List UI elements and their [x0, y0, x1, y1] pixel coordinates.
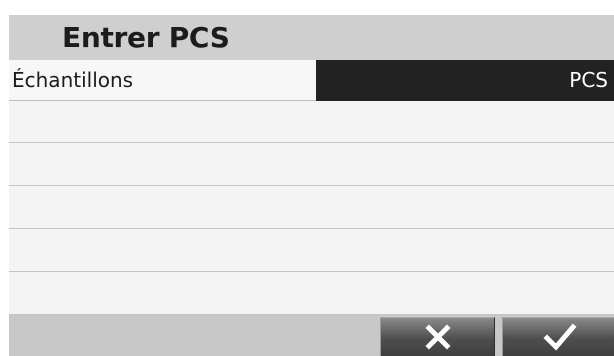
pcs-label: PCS — [569, 68, 608, 92]
table-row[interactable] — [9, 144, 614, 186]
confirm-button[interactable] — [502, 317, 614, 356]
checkmark-icon — [542, 323, 577, 351]
pcs-header-cell[interactable]: PCS — [316, 60, 614, 101]
pcs-entry-screen: Entrer PCS Échantillons PCS — [9, 15, 614, 356]
footer-bar — [9, 315, 614, 356]
table-rows — [9, 101, 614, 315]
title-bar: Entrer PCS — [9, 15, 614, 60]
table-row[interactable] — [9, 273, 614, 315]
close-icon — [424, 324, 451, 350]
samples-header-cell[interactable]: Échantillons — [9, 60, 316, 101]
table-row[interactable] — [9, 101, 614, 143]
samples-label: Échantillons — [12, 68, 134, 92]
cancel-button[interactable] — [380, 317, 495, 356]
page-title: Entrer PCS — [62, 21, 230, 54]
table-row[interactable] — [9, 187, 614, 229]
table-header-row: Échantillons PCS — [9, 60, 614, 101]
table-row[interactable] — [9, 230, 614, 272]
